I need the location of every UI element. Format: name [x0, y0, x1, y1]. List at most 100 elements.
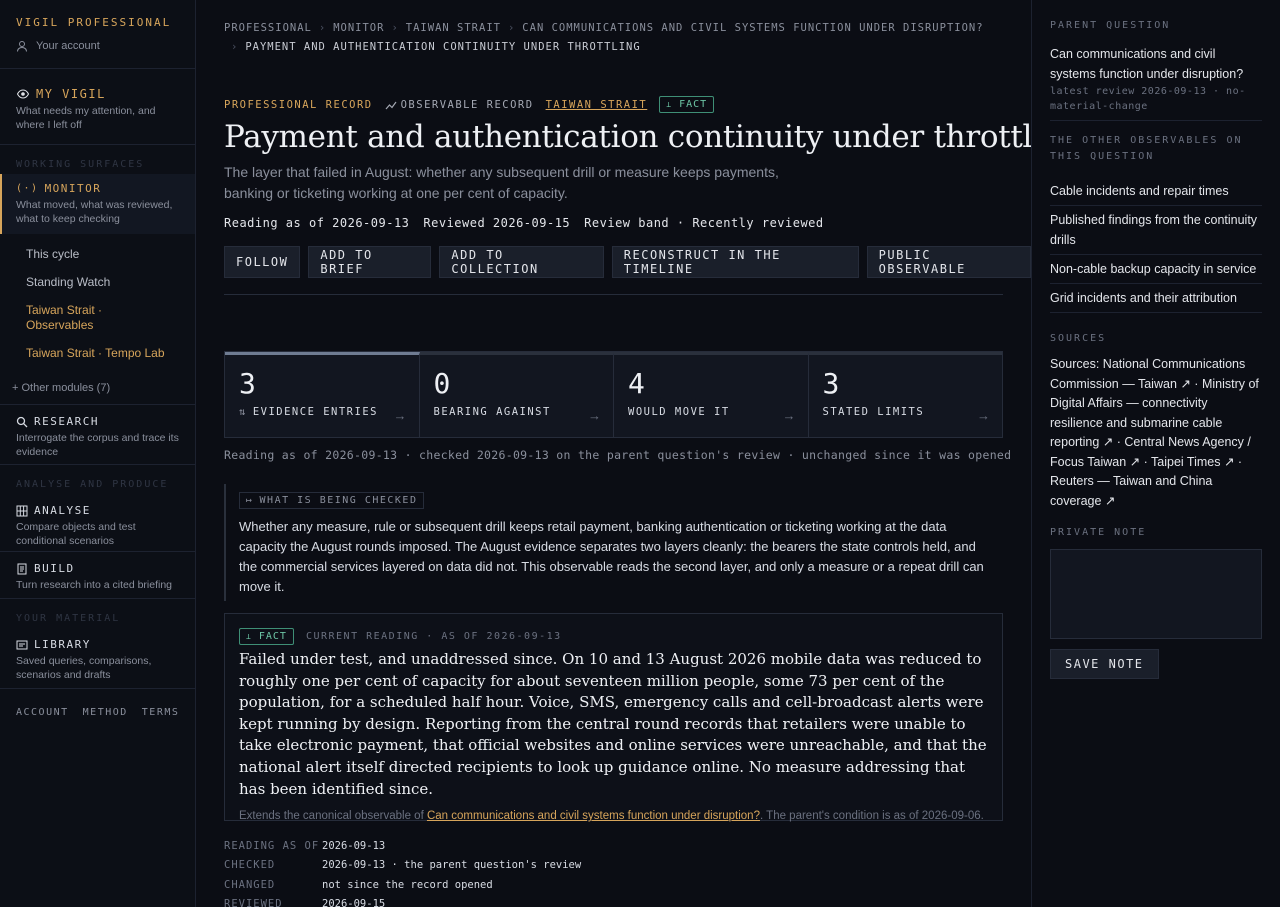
- topic-link[interactable]: TAIWAN STRAIT: [546, 99, 648, 111]
- stat-label: BEARING AGAINST: [433, 406, 551, 418]
- action-bar: FOLLOW ADD TO BRIEF ADD TO COLLECTION RE…: [224, 246, 1031, 278]
- research-title: RESEARCH: [34, 415, 99, 428]
- radio-icon: (·): [16, 183, 39, 194]
- library-title: LIBRARY: [34, 638, 91, 651]
- nav-monitor[interactable]: (·) MONITOR What moved, what was reviewe…: [0, 174, 195, 234]
- nav-taiwan-observables[interactable]: Taiwan Strait · Observables: [0, 296, 195, 339]
- evidence-icon: ⇅: [239, 406, 247, 418]
- add-to-collection-button[interactable]: ADD TO COLLECTION: [439, 246, 604, 278]
- kv-row: CHANGED not since the record opened: [224, 875, 581, 895]
- stat-stated-limits[interactable]: 3 STATED LIMITS →: [808, 352, 1002, 437]
- other-observable-link[interactable]: Published findings from the continuity d…: [1050, 206, 1262, 255]
- section-working: WORKING SURFACES: [16, 159, 145, 170]
- record-lede: The layer that failed in August: whether…: [224, 164, 779, 201]
- stat-evidence-entries[interactable]: 3 ⇅ EVIDENCE ENTRIES →: [225, 352, 420, 437]
- add-to-brief-button[interactable]: ADD TO BRIEF: [308, 246, 432, 278]
- review-band: Review band · Recently reviewed: [584, 216, 824, 230]
- other-observable-link[interactable]: Grid incidents and their attribution: [1050, 284, 1262, 313]
- my-vigil-title: MY VIGIL: [36, 87, 106, 101]
- account-label: Your account: [36, 40, 100, 52]
- sources-list[interactable]: Sources: National Communications Commiss…: [1050, 355, 1262, 511]
- what-is-checked: ↦ WHAT IS BEING CHECKED Whether any measu…: [224, 484, 1003, 601]
- crumb-taiwan-strait[interactable]: TAIWAN STRAIT: [406, 22, 501, 34]
- analyse-sub: Compare objects and test conditional sce…: [16, 521, 136, 547]
- extends-note: Extends the canonical observable of Can …: [239, 810, 988, 822]
- user-icon: [17, 41, 27, 52]
- footer-terms-link[interactable]: TERMS: [142, 707, 180, 718]
- section-analyse: ANALYSE AND PRODUCE: [16, 479, 169, 490]
- page-title: Payment and authentication continuity un…: [224, 119, 1031, 155]
- current-reading-body: Failed under test, and unaddressed since…: [239, 650, 987, 798]
- fact-badge: ⊥ FACT: [659, 96, 715, 113]
- arrow-right-icon: →: [977, 408, 990, 423]
- follow-button[interactable]: FOLLOW: [224, 246, 301, 278]
- private-note-input[interactable]: [1050, 549, 1262, 639]
- stat-bearing-against[interactable]: 0 BEARING AGAINST →: [419, 352, 614, 437]
- section-material: YOUR MATERIAL: [16, 613, 121, 624]
- kv-value: not since the record opened: [322, 878, 493, 891]
- checked-tag: ↦ WHAT IS BEING CHECKED: [239, 492, 425, 509]
- brand-logo[interactable]: VIGIL PROFESSIONAL: [16, 16, 179, 29]
- nav-build[interactable]: BUILD Turn research into a cited briefin…: [0, 552, 195, 599]
- crumb-current: PAYMENT AND AUTHENTICATION CONTINUITY UN…: [245, 41, 641, 53]
- other-observable-link[interactable]: Cable incidents and repair times: [1050, 177, 1262, 206]
- research-sub: Interrogate the corpus and trace its evi…: [16, 432, 179, 458]
- library-sub: Saved queries, comparisons, scenarios an…: [16, 655, 152, 681]
- stat-number: 0: [433, 367, 451, 400]
- parent-question-link[interactable]: Can communications and civil systems fun…: [1050, 44, 1262, 84]
- document-icon: [17, 563, 27, 574]
- nav-library[interactable]: LIBRARY Saved queries, comparisons, scen…: [0, 628, 195, 689]
- nav-standing-watch[interactable]: Standing Watch: [0, 268, 195, 296]
- other-modules-toggle[interactable]: + Other modules (7): [0, 372, 195, 405]
- eye-icon: [16, 89, 30, 99]
- parent-question-heading: PARENT QUESTION: [1050, 20, 1171, 31]
- sources-heading: SOURCES: [1050, 333, 1107, 344]
- nav-analyse[interactable]: ANALYSE Compare objects and test conditi…: [0, 494, 195, 552]
- reconstruct-timeline-button[interactable]: RECONSTRUCT IN THE TIMELINE: [611, 246, 859, 278]
- crumb-professional[interactable]: PROFESSIONAL: [224, 22, 312, 34]
- parent-question-link[interactable]: Can communications and civil systems fun…: [427, 810, 760, 822]
- stat-would-move-it[interactable]: 4 WOULD MOVE IT →: [614, 352, 809, 437]
- stats-note: Reading as of 2026-09-13 · checked 2026-…: [224, 448, 1012, 462]
- kv-key: CHECKED: [224, 859, 276, 872]
- monitor-sub: What moved, what was reviewed, what to k…: [16, 199, 173, 225]
- kv-value: 2026-09-13 · the parent question's revie…: [322, 859, 582, 872]
- public-observable-button[interactable]: PUBLIC OBSERVABLE: [866, 246, 1031, 278]
- fact-badge: ⊥ FACT: [239, 628, 294, 645]
- extends-suffix: . The parent's condition is as of 2026-0…: [759, 810, 984, 823]
- extends-prefix: Extends the canonical observable of: [239, 810, 427, 823]
- other-observable-link[interactable]: Non-cable backup capacity in service: [1050, 255, 1262, 284]
- library-icon: [16, 640, 28, 649]
- breadcrumb: PROFESSIONAL › MONITOR › TAIWAN STRAIT › CAN C…: [224, 22, 984, 53]
- crumb-parent-question[interactable]: CAN COMMUNICATIONS AND CIVIL SYSTEMS FUN…: [522, 22, 983, 34]
- fact-icon: ⊥: [666, 100, 673, 109]
- save-note-button[interactable]: SAVE NOTE: [1050, 649, 1159, 679]
- stats-row: 3 ⇅ EVIDENCE ENTRIES → 0 BEARING AGAINST …: [224, 351, 1003, 438]
- main-content: PROFESSIONAL › MONITOR › TAIWAN STRAIT › CAN C…: [196, 0, 1031, 907]
- footer-method-link[interactable]: METHOD: [83, 707, 128, 718]
- divider: [224, 294, 1003, 295]
- build-sub: Turn research into a cited briefing: [16, 579, 173, 591]
- stat-label: STATED LIMITS: [822, 406, 925, 418]
- range-icon: ↦: [246, 495, 254, 506]
- search-icon: [16, 416, 28, 427]
- nav-taiwan-tempo-lab[interactable]: Taiwan Strait · Tempo Lab: [0, 339, 195, 372]
- nav-my-vigil[interactable]: MY VIGIL What needs my attention, and wh…: [0, 69, 195, 145]
- checked-text: Whether any measure, rule or subsequent …: [239, 519, 984, 594]
- observable-label: OBSERVABLE RECORD: [400, 98, 534, 111]
- stat-number: 3: [822, 367, 840, 400]
- footer-account-link[interactable]: ACCOUNT: [16, 707, 69, 718]
- brand-block: VIGIL PROFESSIONAL Your account: [0, 0, 195, 69]
- nav-research[interactable]: RESEARCH Interrogate the corpus and trac…: [0, 405, 195, 465]
- checked-tag-label: WHAT IS BEING CHECKED: [259, 495, 418, 506]
- kv-value: 2026-09-13: [322, 839, 386, 852]
- account-link[interactable]: Your account: [16, 40, 179, 52]
- stat-number: 4: [628, 367, 645, 400]
- record-metadata: READING AS OF 2026-09-13 CHECKED 2026-09-1…: [224, 836, 581, 907]
- nav-this-cycle[interactable]: This cycle: [0, 238, 195, 268]
- stat-number: 3: [239, 367, 256, 400]
- kv-value: 2026-09-15: [322, 898, 386, 907]
- my-vigil-sub: What needs my attention, and where I lef…: [16, 105, 156, 131]
- crumb-monitor[interactable]: MONITOR: [333, 22, 384, 34]
- current-reading-label: CURRENT READING · AS OF 2026-09-13: [305, 631, 562, 642]
